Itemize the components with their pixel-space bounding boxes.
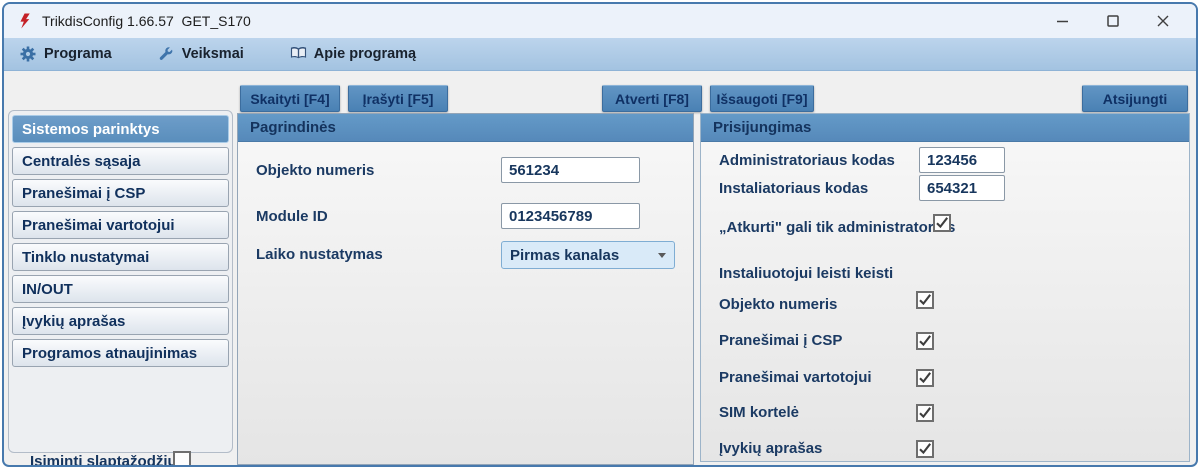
chevron-down-icon [658,252,666,258]
menu-apie-programa-label: Apie programą [313,46,417,62]
open-button[interactable]: Atverti [F8] [602,85,702,112]
menu-programa-label: Programa [44,46,112,62]
app-window: TrikdisConfig 1.66.57 GET_S170 Programa … [2,2,1198,467]
sidebar-item-centrales-sasaja[interactable]: Centralės sąsaja [12,147,229,175]
login-panel-title: Prisijungimas [701,114,1189,142]
menu-veiksmai-label: Veiksmai [181,46,244,62]
perm-pranesimai-csp-label: Pranešimai į CSP [719,331,843,349]
time-setting-dropdown[interactable]: Pirmas kanalas [501,241,675,269]
perm-pranesimai-vartotojui-label: Pranešimai vartotojui [719,368,872,386]
installer-code-input[interactable] [919,175,1005,201]
gear-icon [20,46,37,62]
module-id-input[interactable] [501,203,640,229]
perm-object-number-label: Objekto numeris [719,295,838,313]
time-setting-label: Laiko nustatymas [256,245,383,263]
sidebar-item-ivykiu-aprasas[interactable]: Įvykių aprašas [12,307,229,335]
object-number-label: Objekto numeris [256,161,375,179]
check-icon [919,335,932,347]
menu-veiksmai[interactable]: Veiksmai [158,46,244,62]
restore-admin-only-label: „Atkurti" gali tik administratorius [719,218,956,236]
perm-ivykiu-aprasas-checkbox[interactable] [916,440,934,458]
disconnect-button[interactable]: Atsijungti [1082,85,1188,112]
object-number-input[interactable] [501,157,640,183]
check-icon [919,294,932,306]
admin-code-label: Administratoriaus kodas [719,151,895,169]
write-button[interactable]: Įrašyti [F5] [348,85,448,112]
sidebar-item-in-out[interactable]: IN/OUT [12,275,229,303]
main-panel: Pagrindinės Objekto numeris Module ID La… [237,113,694,465]
title-bar: TrikdisConfig 1.66.57 GET_S170 [4,4,1196,38]
admin-code-input[interactable] [919,147,1005,173]
menu-apie-programa[interactable]: Apie programą [290,46,416,62]
login-panel: Prisijungimas Administratoriaus kodas In… [700,113,1190,462]
perm-object-number-checkbox[interactable] [916,291,934,309]
check-icon [919,372,932,384]
module-id-label: Module ID [256,207,328,225]
check-icon [919,407,932,419]
check-icon [919,443,932,455]
installer-code-label: Instaliatoriaus kodas [719,179,869,197]
maximize-button[interactable] [1096,9,1130,33]
perm-ivykiu-aprasas-label: Įvykių aprašas [719,439,823,457]
window-title: TrikdisConfig 1.66.57 GET_S170 [42,13,251,29]
maximize-icon [1107,15,1119,27]
minimize-button[interactable] [1046,9,1080,33]
sidebar-item-pranesimai-vartotojui[interactable]: Pranešimai vartotojui [12,211,229,239]
close-icon [1157,15,1169,27]
perm-sim-kortele-checkbox[interactable] [916,404,934,422]
wrench-icon [158,46,175,62]
app-icon [18,13,33,29]
read-button[interactable]: Skaityti [F4] [240,85,340,112]
sidebar: Sistemos parinktys Centralės sąsaja Pran… [8,110,233,453]
remember-passwords-label: Įsiminti slaptažodžius [30,453,186,467]
save-button[interactable]: Išsaugoti [F9] [710,85,814,112]
check-icon [936,217,949,229]
book-icon [290,46,307,62]
menu-bar: Programa Veiksmai Apie programą [4,38,1196,71]
time-setting-value: Pirmas kanalas [510,246,620,264]
sidebar-item-sistemos-parinktys[interactable]: Sistemos parinktys [12,115,229,143]
sidebar-item-programos-atnaujinimas[interactable]: Programos atnaujinimas [12,339,229,367]
restore-admin-only-checkbox[interactable] [933,214,951,232]
installer-allow-section-label: Instaliuotojui leisti keisti [719,264,894,282]
main-panel-title: Pagrindinės [238,114,693,142]
perm-pranesimai-csp-checkbox[interactable] [916,332,934,350]
close-button[interactable] [1146,9,1180,33]
sidebar-item-tinklo-nustatymai[interactable]: Tinklo nustatymai [12,243,229,271]
minimize-icon [1057,20,1068,23]
remember-passwords-checkbox[interactable] [173,451,191,465]
perm-sim-kortele-label: SIM kortelė [719,403,800,421]
perm-pranesimai-vartotojui-checkbox[interactable] [916,369,934,387]
menu-programa[interactable]: Programa [20,46,112,62]
sidebar-item-pranesimai-i-csp[interactable]: Pranešimai į CSP [12,179,229,207]
